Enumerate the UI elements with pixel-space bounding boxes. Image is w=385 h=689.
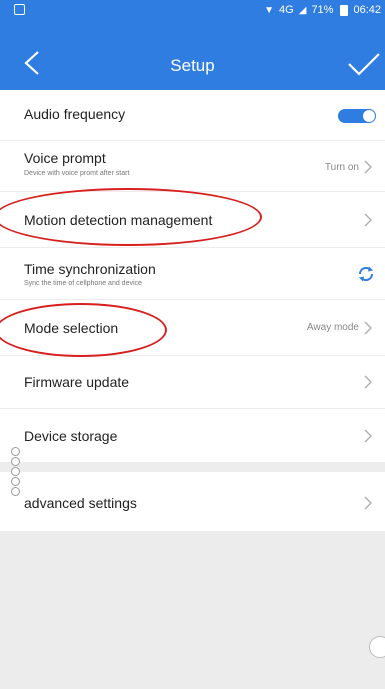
setting-row-advanced-settings[interactable]: advanced settings (0, 472, 385, 531)
network-type: 4G (279, 4, 294, 16)
circle-icon (11, 477, 20, 486)
notification-icon (14, 4, 25, 15)
status-indicators: ▼ 4G ◢ 71% 06:42 (264, 4, 381, 16)
battery-icon (340, 4, 349, 16)
setting-label: Time synchronization (24, 261, 156, 277)
chevron-right-icon (364, 213, 372, 227)
setting-label: Audio frequency (24, 106, 126, 122)
signal-icon: ◢ (298, 4, 307, 16)
chevron-right-icon (364, 160, 372, 174)
wifi-icon: ▼ (264, 4, 275, 16)
setting-label: Device storage (24, 428, 118, 444)
setting-row-firmware-update[interactable]: Firmware update (0, 356, 385, 409)
setting-row-audio-frequency[interactable]: Audio frequency (0, 90, 385, 141)
chevron-right-icon (364, 496, 372, 510)
battery-percent: 71% (311, 4, 334, 16)
setting-label: Voice prompt (24, 150, 106, 166)
setting-description: Device with voice promt after start (24, 170, 130, 177)
annotation-oval-motion-detection (0, 188, 262, 246)
status-bar: ▼ 4G ◢ 71% 06:42 (0, 0, 385, 22)
setting-row-device-storage[interactable]: Device storage (0, 409, 385, 462)
section-divider (0, 462, 385, 472)
setting-row-voice-prompt[interactable]: Voice prompt Device with voice promt aft… (0, 141, 385, 192)
check-icon[interactable] (345, 46, 385, 86)
setting-label: advanced settings (24, 495, 137, 511)
setting-value: Away mode (306, 322, 359, 333)
annotation-oval-mode-selection (0, 303, 167, 357)
chevron-right-icon (364, 321, 372, 335)
app-bar: Setup (0, 22, 385, 90)
clock: 06:42 (353, 4, 381, 16)
sync-icon[interactable] (357, 265, 375, 283)
circle-icon (11, 447, 20, 456)
audio-frequency-toggle[interactable] (337, 108, 377, 124)
setting-row-time-sync[interactable]: Time synchronization Sync the time of ce… (0, 248, 385, 300)
circle-icon (11, 457, 20, 466)
setting-description: Sync the time of cellphone and device (24, 280, 142, 287)
chevron-right-icon (364, 375, 372, 389)
floating-circle-icon[interactable] (369, 636, 385, 658)
circle-icon (11, 467, 20, 476)
setting-label: Firmware update (24, 374, 130, 390)
circle-icon (11, 487, 20, 496)
chevron-right-icon (364, 429, 372, 443)
setting-value: Turn on (324, 162, 359, 173)
empty-area (0, 531, 385, 689)
page-title: Setup (170, 56, 215, 75)
